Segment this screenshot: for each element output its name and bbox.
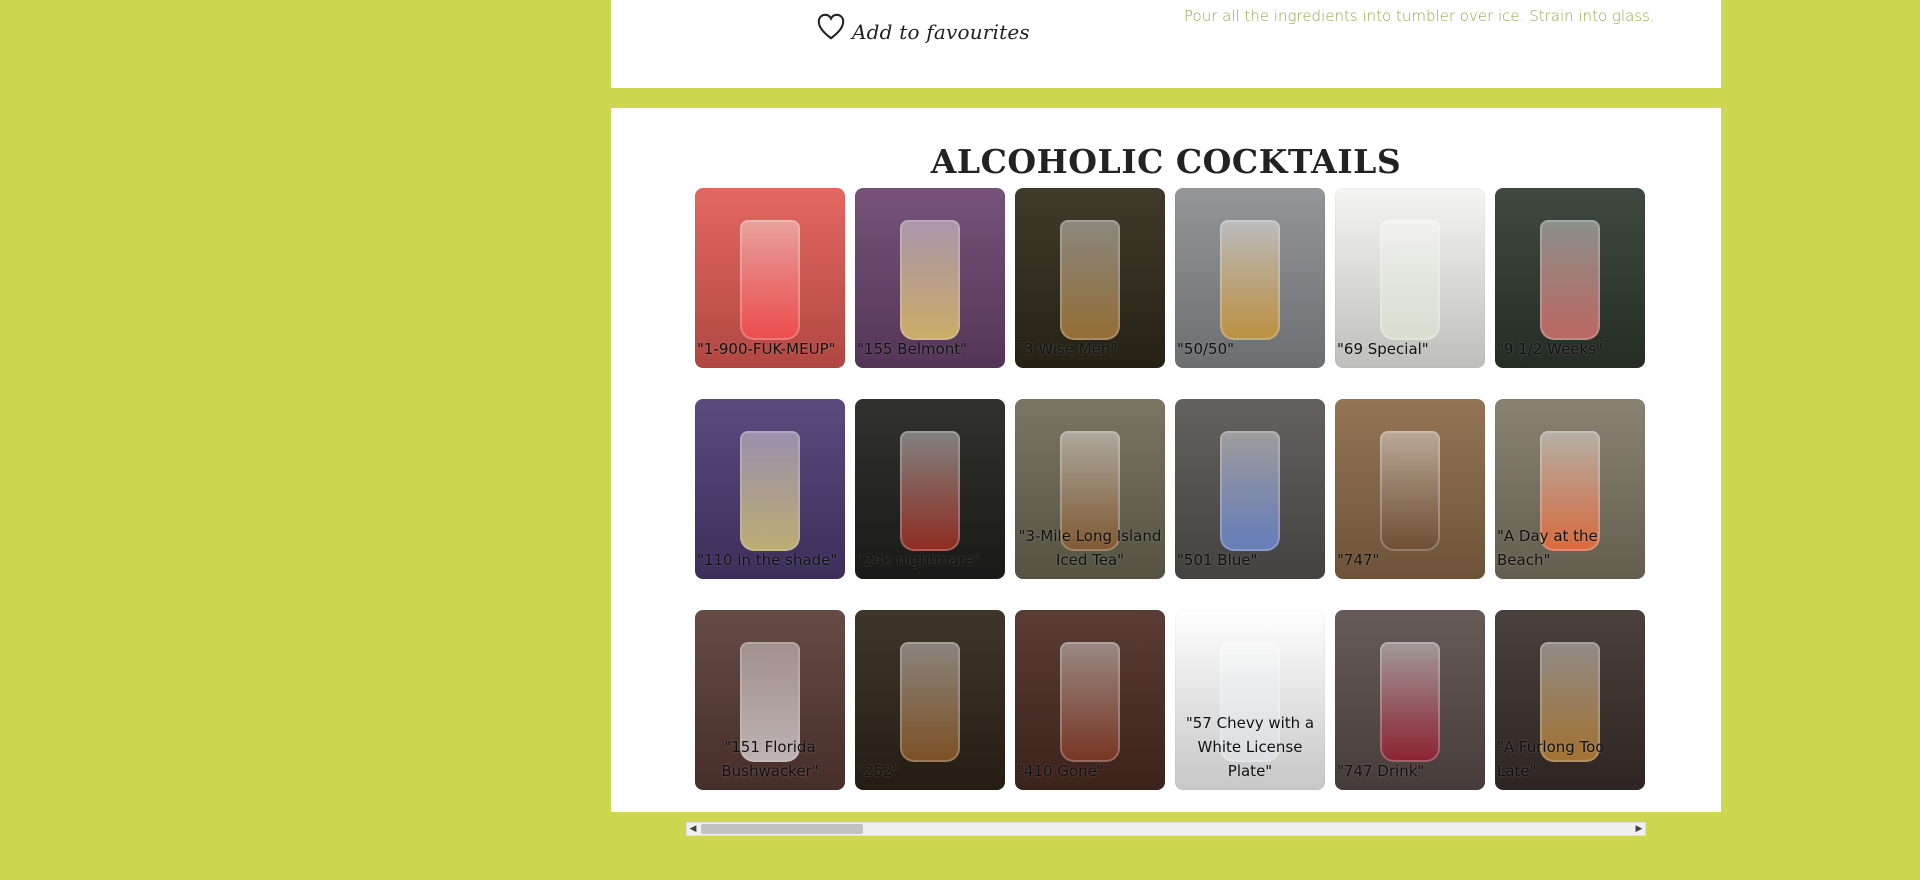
cocktail-name: "3-Mile Long Island Iced Tea" [1018,527,1162,569]
cocktail-tile[interactable]: "1-900-FUK-MEUP" [695,188,845,368]
cocktail-name: "155 Belmont" [857,340,968,358]
cocktail-name: "501 Blue" [1177,551,1258,569]
add-to-favourites-button[interactable]: Add to favourites [816,10,1030,44]
favourites-label: Add to favourites [852,20,1030,44]
cocktail-tile[interactable]: "747 Drink" [1335,610,1485,790]
cocktail-name: "3 Wise Men" [1017,340,1118,358]
cocktail-tile[interactable]: "151 Florida Bushwacker" [695,610,845,790]
cocktail-image [740,220,800,340]
cocktail-name: "69 Special" [1337,340,1429,358]
cocktail-tile[interactable]: "110 in the shade" [695,399,845,579]
section-title: ALCOHOLIC COCKTAILS [930,142,1402,182]
recipe-summary-card: Add to favourites Pour all the ingredien… [611,0,1721,88]
cocktail-tile[interactable]: "57 Chevy with a White License Plate" [1175,610,1325,790]
cocktail-name: "410 Gone" [1017,762,1104,780]
cocktail-tile[interactable]: "50/50" [1175,188,1325,368]
cocktail-image [1060,220,1120,340]
cocktail-image [1220,431,1280,551]
cocktail-tile[interactable]: "501 Blue" [1175,399,1325,579]
cocktail-image [900,220,960,340]
cocktail-image [900,642,960,762]
cocktail-image [1060,642,1120,762]
cocktail-name: "50/50" [1177,340,1235,358]
cocktail-image [740,431,800,551]
cocktail-name: "9 1/2 Weeks" [1497,340,1603,358]
cocktail-name: "252" [857,762,900,780]
cocktail-name: "1-900-FUK-MEUP" [697,340,836,358]
cocktail-tile[interactable]: "747" [1335,399,1485,579]
cocktail-image [900,431,960,551]
alcoholic-cocktails-section: ALCOHOLIC COCKTAILS "1-900-FUK-MEUP" "15… [611,108,1721,812]
heart-icon [817,13,845,40]
cocktail-name: "A Furlong Too Late" [1497,738,1605,780]
cocktail-image [1380,220,1440,340]
cocktail-name: "110 in the shade" [697,551,838,569]
cocktail-tile[interactable]: "3 Wise Men" [1015,188,1165,368]
cocktail-tile[interactable]: "3-Mile Long Island Iced Tea" [1015,399,1165,579]
cocktail-name: "747" [1337,551,1380,569]
scrollbar-thumb[interactable] [701,824,863,834]
cocktail-image [1380,431,1440,551]
cocktail-tile[interactable]: "410 Gone" [1015,610,1165,790]
cocktail-image [1220,220,1280,340]
cocktail-image [1380,642,1440,762]
cocktail-tile[interactable]: "69 Special" [1335,188,1485,368]
cocktail-name: "747 Drink" [1337,762,1425,780]
cocktail-image [1540,220,1600,340]
cocktail-name: "24k nightmare" [857,551,981,569]
cocktail-name: "A Day at the Beach" [1497,527,1598,569]
horizontal-scrollbar[interactable]: ◀ ▶ [686,822,1646,836]
cocktail-tile[interactable]: "9 1/2 Weeks" [1495,188,1645,368]
cocktail-tile[interactable]: "24k nightmare" [855,399,1005,579]
cocktail-tile[interactable]: "A Furlong Too Late" [1495,610,1645,790]
scroll-right-icon[interactable]: ▶ [1633,823,1645,835]
cocktail-tile[interactable]: "155 Belmont" [855,188,1005,368]
cocktail-tile[interactable]: "252" [855,610,1005,790]
instructions-text: Pour all the ingredients into tumbler ov… [1184,7,1655,25]
cocktail-name: "151 Florida Bushwacker" [721,738,819,780]
cocktail-tile[interactable]: "A Day at the Beach" [1495,399,1645,579]
cocktail-name: "57 Chevy with a White License Plate" [1185,714,1315,780]
scroll-left-icon[interactable]: ◀ [687,823,699,835]
